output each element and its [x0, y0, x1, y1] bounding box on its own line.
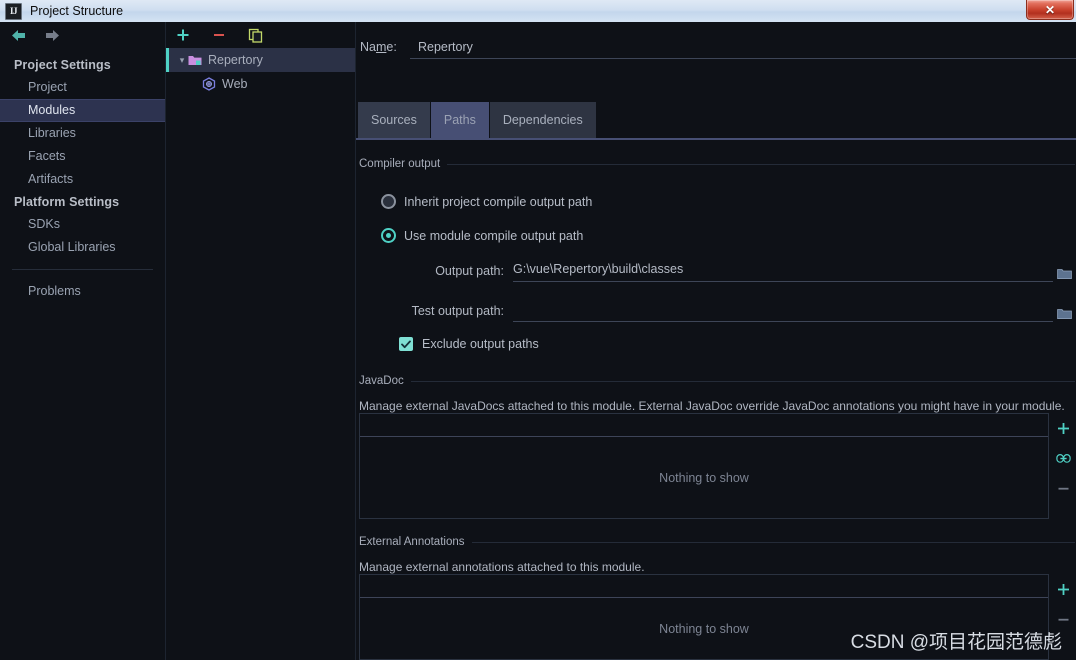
folder-browse-icon [1056, 269, 1072, 279]
module-tree-panel: ▾ Repertory Web [166, 22, 356, 660]
arrow-left-icon [11, 29, 25, 41]
tree-node-repertory[interactable]: ▾ Repertory [166, 48, 355, 72]
sidebar-item-sdks[interactable]: SDKs [0, 213, 165, 236]
tree-node-web[interactable]: Web [166, 72, 355, 96]
web-facet-icon [202, 77, 216, 91]
javadoc-label: JavaDoc [359, 375, 404, 387]
radio-inherit-output-path[interactable]: Inherit project compile output path [381, 194, 592, 209]
tree-node-label: Repertory [208, 53, 263, 67]
remove-javadoc-button[interactable] [1050, 473, 1076, 503]
window-title-bar: IJ Project Structure ✕ [0, 0, 1076, 22]
compiler-output-label: Compiler output [359, 158, 441, 170]
module-name-row: Name: Repertory [360, 40, 1076, 59]
tab-sources[interactable]: Sources [358, 102, 431, 138]
folder-browse-icon [1056, 309, 1072, 319]
back-button[interactable] [8, 26, 28, 44]
name-label-mnemonic: m [375, 40, 387, 54]
javadoc-list-header [360, 414, 1048, 437]
sidebar-item-artifacts[interactable]: Artifacts [0, 168, 165, 191]
annotations-list-header [360, 575, 1048, 598]
settings-sidebar: Project Settings Project Modules Librari… [0, 22, 166, 660]
module-tree-toolbar [174, 25, 264, 45]
group-divider [471, 541, 1075, 543]
checkbox-checked-icon [399, 337, 413, 351]
annotations-action-bar [1050, 574, 1076, 634]
tab-underline [356, 138, 1076, 140]
module-tab-bar: Sources Paths Dependencies [358, 102, 597, 138]
plus-icon [1057, 422, 1069, 434]
annotations-label: External Annotations [359, 536, 465, 548]
test-output-path-row: Test output path: [359, 302, 1075, 322]
link-javadoc-button[interactable] [1050, 443, 1076, 473]
minus-icon [1058, 487, 1068, 490]
tree-node-label: Web [222, 77, 248, 91]
copy-icon [248, 28, 262, 43]
javadoc-group-header: JavaDoc [359, 375, 1075, 387]
csdn-watermark: CSDN @项目花园范德彪 [850, 632, 1062, 653]
name-label-post: e: [386, 40, 397, 54]
tab-dependencies[interactable]: Dependencies [489, 102, 597, 138]
project-structure-dialog: Project Settings Project Modules Librari… [0, 22, 1076, 660]
minus-icon [214, 34, 224, 36]
add-annotation-button[interactable] [1050, 574, 1076, 604]
radio-unchecked-icon [381, 194, 396, 209]
sidebar-heading-platform-settings: Platform Settings [14, 195, 120, 209]
group-divider [447, 163, 1075, 165]
link-icon [1055, 453, 1071, 463]
sidebar-divider [12, 269, 153, 270]
javadoc-list[interactable]: Nothing to show [359, 413, 1049, 519]
module-folder-icon [188, 54, 202, 67]
module-settings-panel: Name: Repertory Sources Paths Dependenci… [356, 22, 1076, 660]
radio-module-label: Use module compile output path [404, 228, 584, 243]
radio-checked-icon [381, 228, 396, 243]
module-name-label: Name: [360, 40, 404, 54]
minus-icon [1058, 618, 1068, 621]
settings-category-list: Project Settings Project Modules Librari… [0, 54, 165, 303]
sidebar-navigation [8, 26, 62, 44]
test-output-path-label: Test output path: [411, 304, 504, 318]
exclude-output-paths-label: Exclude output paths [422, 337, 539, 351]
javadoc-description: Manage external JavaDocs attached to thi… [359, 399, 1065, 413]
radio-module-output-path[interactable]: Use module compile output path [381, 228, 583, 243]
sidebar-item-modules[interactable]: Modules [0, 99, 165, 122]
add-javadoc-button[interactable] [1050, 413, 1076, 443]
plus-icon [1057, 583, 1069, 595]
test-output-path-browse-button[interactable] [1053, 308, 1075, 322]
add-module-button[interactable] [174, 26, 192, 44]
copy-module-button[interactable] [246, 26, 264, 44]
sidebar-item-libraries[interactable]: Libraries [0, 122, 165, 145]
sidebar-heading-project-settings: Project Settings [14, 58, 111, 72]
remove-module-button[interactable] [210, 26, 228, 44]
exclude-output-paths-checkbox-row[interactable]: Exclude output paths [399, 337, 539, 351]
output-path-input[interactable]: G:\vue\Repertory\build\classes [513, 262, 1053, 282]
forward-button[interactable] [42, 26, 62, 44]
javadoc-action-bar [1050, 413, 1076, 503]
output-path-row: Output path: G:\vue\Repertory\build\clas… [359, 262, 1075, 282]
annotations-description: Manage external annotations attached to … [359, 560, 645, 574]
sidebar-item-project[interactable]: Project [0, 76, 165, 99]
group-divider [410, 380, 1075, 382]
output-path-label: Output path: [435, 264, 504, 278]
window-title: Project Structure [30, 4, 124, 18]
window-close-button[interactable]: ✕ [1026, 0, 1074, 20]
arrow-right-icon [45, 29, 59, 41]
plus-icon [177, 29, 189, 41]
sidebar-item-facets[interactable]: Facets [0, 145, 165, 168]
sidebar-item-global-libraries[interactable]: Global Libraries [0, 236, 165, 259]
name-label-pre: Na [360, 40, 376, 54]
radio-inherit-label: Inherit project compile output path [404, 194, 593, 209]
annotations-group-header: External Annotations [359, 536, 1075, 548]
module-name-input[interactable]: Repertory [410, 40, 1076, 59]
tab-paths[interactable]: Paths [430, 102, 490, 138]
module-tree: ▾ Repertory Web [166, 48, 355, 96]
intellij-app-icon: IJ [5, 2, 22, 20]
javadoc-empty-state: Nothing to show [659, 471, 749, 485]
output-path-browse-button[interactable] [1053, 268, 1075, 282]
sidebar-item-problems[interactable]: Problems [0, 280, 165, 303]
chevron-down-icon[interactable]: ▾ [176, 55, 188, 66]
test-output-path-input[interactable] [513, 302, 1053, 322]
compiler-output-group-header: Compiler output [359, 158, 1075, 170]
